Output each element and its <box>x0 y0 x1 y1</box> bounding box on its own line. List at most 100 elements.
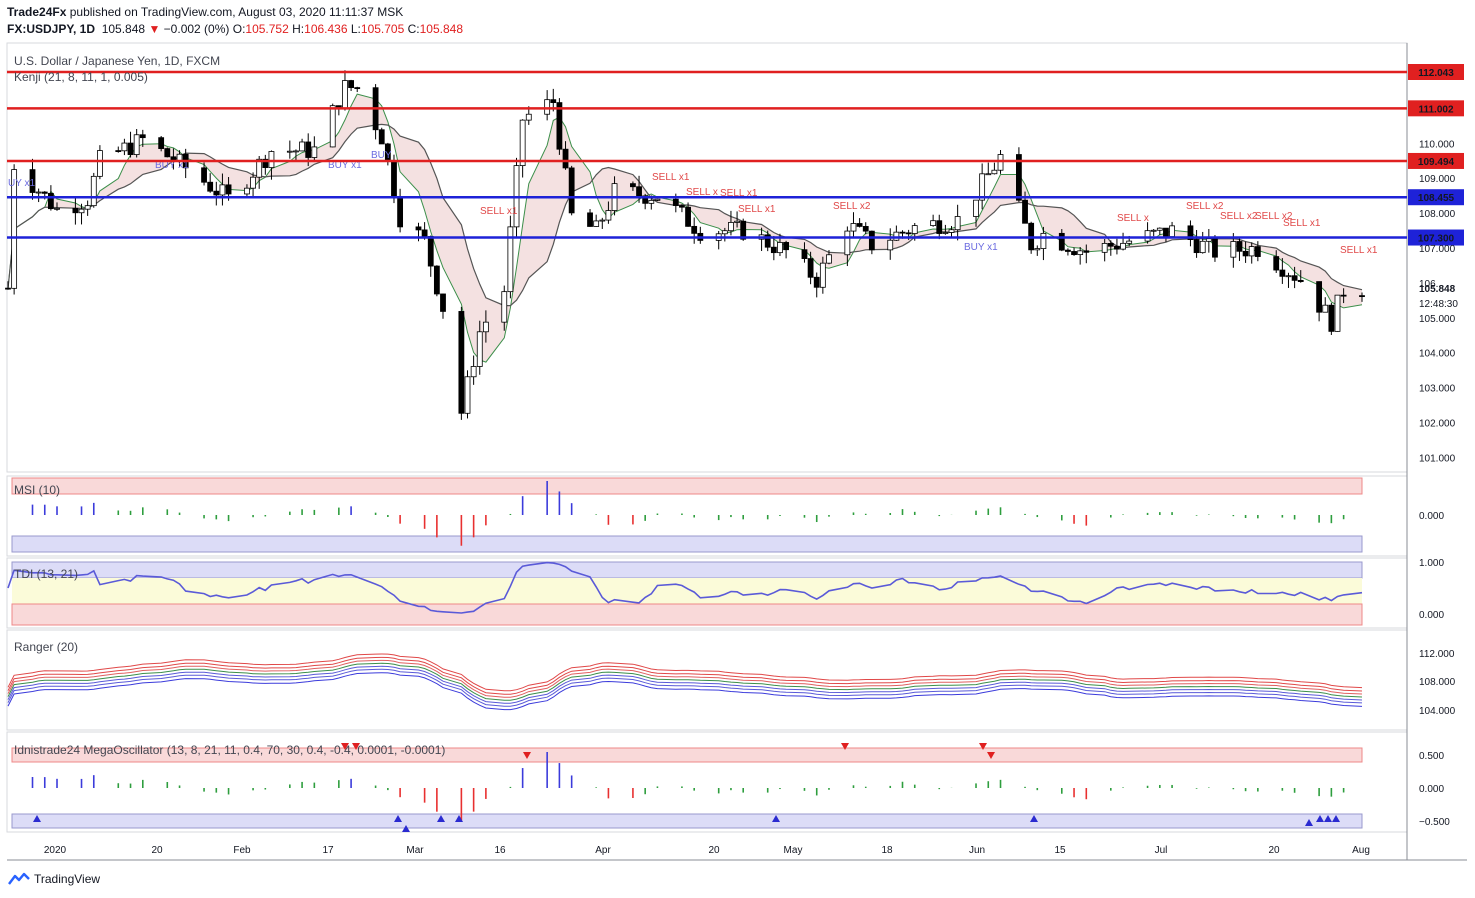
price-tick-label: 108.000 <box>1419 209 1456 220</box>
candle-body <box>1077 250 1084 256</box>
candle-body <box>556 102 563 150</box>
candle-body <box>97 150 103 177</box>
candle-body <box>813 276 820 288</box>
candle-body <box>391 160 397 199</box>
candle-body <box>679 205 685 208</box>
osc-tick-label: −0.500 <box>1419 817 1450 828</box>
candle-body <box>225 184 232 195</box>
candle-body <box>433 265 440 295</box>
candle-body <box>1193 239 1200 254</box>
candle-body <box>1273 256 1280 271</box>
candle-body <box>777 242 783 254</box>
candle-body <box>133 134 140 155</box>
candle-body <box>458 311 465 414</box>
candle-body <box>801 249 808 259</box>
msi-lower-band <box>11 535 1363 553</box>
candle-body <box>1114 245 1120 250</box>
candle-body <box>250 176 256 189</box>
candle-body <box>1285 275 1292 278</box>
time-axis-label: 18 <box>881 845 893 856</box>
candle-body <box>1150 229 1157 232</box>
candle-body <box>1242 250 1249 257</box>
tradingview-brand: TradingView <box>34 872 101 886</box>
candle-body <box>1163 227 1169 237</box>
candle-body <box>911 225 918 234</box>
time-axis-label: Jul <box>1155 845 1168 856</box>
candle-body <box>1316 281 1323 313</box>
kenji-indicator-title: Kenji (21, 8, 11, 1, 0.005) <box>14 70 148 84</box>
candle-body <box>544 99 551 115</box>
candle-body <box>1297 279 1304 282</box>
ranger-pane-title: Ranger (20) <box>14 640 78 654</box>
candle-body <box>1034 248 1041 251</box>
candle-body <box>90 175 97 207</box>
candle-body <box>991 169 998 175</box>
ranger-tick-label: 108.000 <box>1419 677 1456 688</box>
candle-body <box>299 141 305 152</box>
price-tick-label: 104.000 <box>1419 349 1456 360</box>
candle-body <box>268 151 275 168</box>
candle-body <box>219 184 226 196</box>
chart-canvas[interactable]: UY x1BUY x1 BUY x1BUYSELL x1SELL x1SELL x… <box>0 0 1475 898</box>
time-axis-label: Mar <box>406 845 424 856</box>
candle-body <box>568 167 575 214</box>
candle-body <box>1126 240 1133 244</box>
price-tick-label: 103.000 <box>1419 384 1456 395</box>
candle-body <box>1334 294 1341 332</box>
candle-body <box>115 150 122 152</box>
candle-body <box>1279 269 1286 277</box>
candle-body <box>721 230 728 235</box>
candle-body <box>672 198 679 206</box>
candle-body <box>930 220 937 227</box>
candle-body <box>605 210 612 221</box>
time-axis-label: 20 <box>708 845 720 856</box>
candle-body <box>728 222 734 232</box>
price-tick-label: 107.000 <box>1419 244 1456 255</box>
time-axis-label: 2020 <box>44 845 67 856</box>
candle-body <box>1058 232 1065 251</box>
msi-tick-label: 0.000 <box>1419 511 1444 522</box>
candle-body <box>783 242 789 251</box>
candle-body <box>84 205 91 210</box>
candle-body <box>1340 294 1347 297</box>
candle-body <box>593 220 600 227</box>
osc-tick-label: 0.000 <box>1419 784 1444 795</box>
signal-label: UY x1 <box>8 178 35 189</box>
candle-body <box>819 262 826 288</box>
candle-body <box>72 207 79 214</box>
candle-body <box>648 199 655 204</box>
candle-body <box>856 223 863 227</box>
candle-body <box>501 291 508 323</box>
candle-body <box>562 148 569 169</box>
candle-body <box>354 87 361 89</box>
price-tick-label: 109.000 <box>1419 174 1456 185</box>
candle-body <box>691 225 698 234</box>
candle-body <box>164 148 171 158</box>
time-axis-label: May <box>784 845 803 856</box>
tradingview-logo-icon <box>8 872 30 885</box>
candle-body <box>636 186 642 197</box>
candle-body <box>905 232 912 235</box>
time-axis-label: 17 <box>322 845 334 856</box>
candle-body <box>244 187 250 195</box>
candle-body <box>127 142 134 155</box>
level-price-label: 112.043 <box>1418 68 1454 79</box>
candle-body <box>427 236 434 267</box>
time-axis-label: 16 <box>494 845 506 856</box>
main-pane-title: U.S. Dollar / Japanese Yen, 1D, FXCM <box>14 54 220 68</box>
candle-body <box>54 207 60 210</box>
candle-body <box>519 119 526 167</box>
candle-body <box>286 150 293 153</box>
candle-body <box>1071 251 1077 256</box>
signal-label: SELL x1 <box>738 204 776 215</box>
candle-body <box>47 192 54 210</box>
ranger-tick-label: 104.000 <box>1419 706 1456 717</box>
tdi-tick-label: 0.000 <box>1419 610 1444 621</box>
tradingview-footer[interactable]: TradingView <box>8 872 100 886</box>
candle-body <box>78 208 85 214</box>
candle-body <box>1199 240 1206 254</box>
time-axis-label: 20 <box>151 845 163 856</box>
candle-body <box>1322 304 1329 313</box>
osc-lower-band <box>11 813 1363 829</box>
candle-body <box>942 232 949 234</box>
